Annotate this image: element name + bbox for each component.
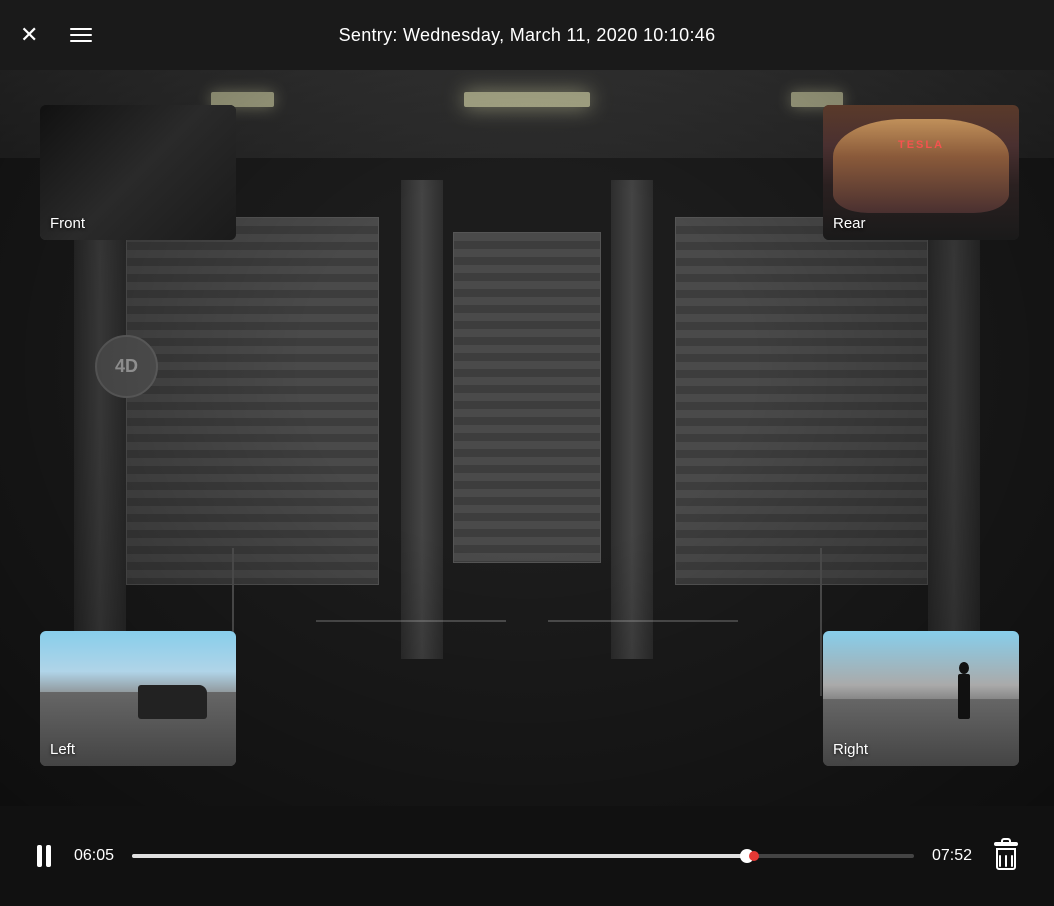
pip-front-label: Front — [50, 215, 85, 232]
trash-lid — [994, 842, 1018, 846]
menu-button[interactable] — [70, 28, 92, 42]
controls-bar: 06:05 07:52 — [0, 806, 1054, 906]
trash-line — [1011, 855, 1013, 867]
progress-bar[interactable] — [132, 854, 914, 858]
pause-icon — [30, 842, 58, 870]
pip-right[interactable]: Right — [823, 631, 1019, 766]
header: ✕ Sentry: Wednesday, March 11, 2020 10:1… — [0, 0, 1054, 70]
main-video: 4D Front Rear Left Right — [0, 70, 1054, 806]
header-title: Sentry: Wednesday, March 11, 2020 10:10:… — [339, 25, 716, 46]
person-silhouette — [958, 674, 970, 719]
pause-button[interactable] — [30, 842, 58, 870]
pip-left[interactable]: Left — [40, 631, 236, 766]
progress-dot-red[interactable] — [749, 851, 759, 861]
trash-line — [999, 855, 1001, 867]
pause-bar-right — [46, 845, 51, 867]
close-button[interactable]: ✕ — [20, 24, 38, 46]
progress-fill — [132, 854, 742, 858]
pause-bar-left — [37, 845, 42, 867]
pip-left-car — [138, 685, 207, 719]
pip-left-label: Left — [50, 741, 75, 758]
pip-rear-label: Rear — [833, 215, 866, 232]
trash-line — [1005, 855, 1007, 867]
time-current: 06:05 — [74, 847, 116, 865]
delete-button[interactable] — [988, 838, 1024, 874]
pip-right-label: Right — [833, 741, 868, 758]
trash-icon — [994, 842, 1018, 870]
trash-lines — [999, 855, 1013, 867]
pip-rear[interactable]: Rear — [823, 105, 1019, 240]
pip-front[interactable]: Front — [40, 105, 236, 240]
time-total: 07:52 — [930, 847, 972, 865]
